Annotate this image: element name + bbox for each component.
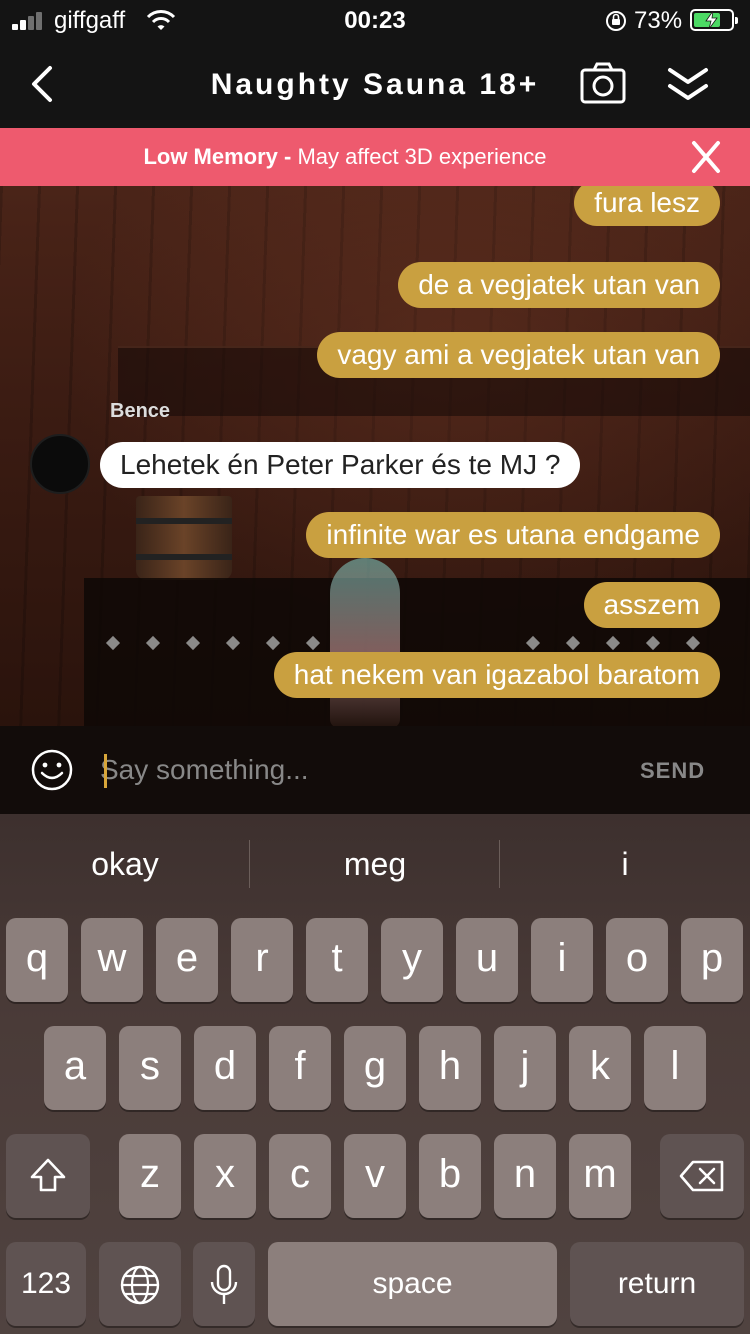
back-chevron-icon (32, 66, 52, 102)
key-a[interactable]: a (44, 1026, 106, 1110)
battery-charging-icon (690, 9, 738, 31)
double-chevron-down-icon (668, 68, 708, 100)
banner-message: May affect 3D experience (297, 144, 547, 169)
space-key[interactable]: space (268, 1242, 557, 1326)
key-o[interactable]: o (606, 918, 668, 1002)
orientation-lock-icon (604, 9, 628, 38)
key-n[interactable]: n (494, 1134, 556, 1218)
key-h[interactable]: h (419, 1026, 481, 1110)
shift-key[interactable] (6, 1134, 90, 1218)
key-g[interactable]: g (344, 1026, 406, 1110)
collapse-button[interactable] (664, 62, 712, 108)
return-key[interactable]: return (570, 1242, 744, 1326)
text-caret (104, 754, 107, 788)
suggestion-item[interactable]: okay (0, 846, 250, 883)
backspace-icon (679, 1160, 724, 1192)
key-y[interactable]: y (381, 918, 443, 1002)
status-bar: giffgaff 00:23 73% (0, 0, 750, 42)
low-memory-banner: Low Memory - May affect 3D experience (0, 128, 750, 186)
microphone-icon (210, 1264, 238, 1304)
shift-icon (30, 1158, 66, 1192)
back-button[interactable] (22, 60, 66, 108)
suggestion-item[interactable]: meg (250, 846, 500, 883)
message-bubble: asszem (583, 582, 720, 628)
avatar-figure (330, 558, 400, 726)
numbers-key[interactable]: 123 (6, 1242, 86, 1326)
banner-title: Low Memory - (143, 144, 292, 169)
key-e[interactable]: e (156, 918, 218, 1002)
message-composer: SEND (0, 726, 750, 814)
camera-icon (580, 62, 626, 104)
key-w[interactable]: w (81, 918, 143, 1002)
message-bubble: vagy ami a vegjatek utan van (317, 332, 720, 378)
key-r[interactable]: r (231, 918, 293, 1002)
send-button[interactable]: SEND (640, 758, 705, 784)
emoji-button[interactable] (30, 748, 74, 792)
sender-name: Bence (110, 400, 171, 422)
key-j[interactable]: j (494, 1026, 556, 1110)
key-c[interactable]: c (269, 1134, 331, 1218)
message-bubble: hat nekem van igazabol baratom (273, 652, 720, 698)
key-s[interactable]: s (119, 1026, 181, 1110)
key-x[interactable]: x (194, 1134, 256, 1218)
battery-percent: 73% (634, 7, 683, 34)
message-bubble: infinite war es utana endgame (306, 512, 720, 558)
message-bubble-incoming: Lehetek én Peter Parker és te MJ ? (100, 442, 581, 488)
key-v[interactable]: v (344, 1134, 406, 1218)
key-f[interactable]: f (269, 1026, 331, 1110)
key-z[interactable]: z (119, 1134, 181, 1218)
smiley-icon (31, 749, 73, 791)
scene-dots (105, 635, 728, 652)
avatar[interactable] (30, 434, 90, 494)
key-u[interactable]: u (456, 918, 518, 1002)
key-m[interactable]: m (569, 1134, 631, 1218)
message-input[interactable] (100, 748, 620, 792)
key-d[interactable]: d (194, 1026, 256, 1110)
keyboard: okay meg i q w e r t y u i o p a s d f g… (0, 814, 750, 1334)
dictation-key[interactable] (193, 1242, 255, 1326)
banner-close-button[interactable] (686, 140, 726, 174)
message-bubble: de a vegjatek utan van (398, 262, 720, 308)
globe-key[interactable] (99, 1242, 181, 1326)
suggestion-item[interactable]: i (500, 846, 750, 883)
close-icon (692, 141, 720, 173)
key-b[interactable]: b (419, 1134, 481, 1218)
key-p[interactable]: p (681, 918, 743, 1002)
key-i[interactable]: i (531, 918, 593, 1002)
camera-button[interactable] (578, 60, 628, 108)
key-q[interactable]: q (6, 918, 68, 1002)
key-k[interactable]: k (569, 1026, 631, 1110)
nav-bar: Naughty Sauna 18+ (0, 42, 750, 128)
globe-icon (120, 1265, 160, 1305)
scene-bucket (136, 496, 232, 580)
message-bubble-partial: fura lesz (574, 186, 720, 226)
room-title: Naughty Sauna 18+ (210, 68, 540, 101)
key-l[interactable]: l (644, 1026, 706, 1110)
backspace-key[interactable] (660, 1134, 744, 1218)
key-t[interactable]: t (306, 918, 368, 1002)
chat-area[interactable]: fura lesz de a vegjatek utan van vagy am… (0, 186, 750, 726)
